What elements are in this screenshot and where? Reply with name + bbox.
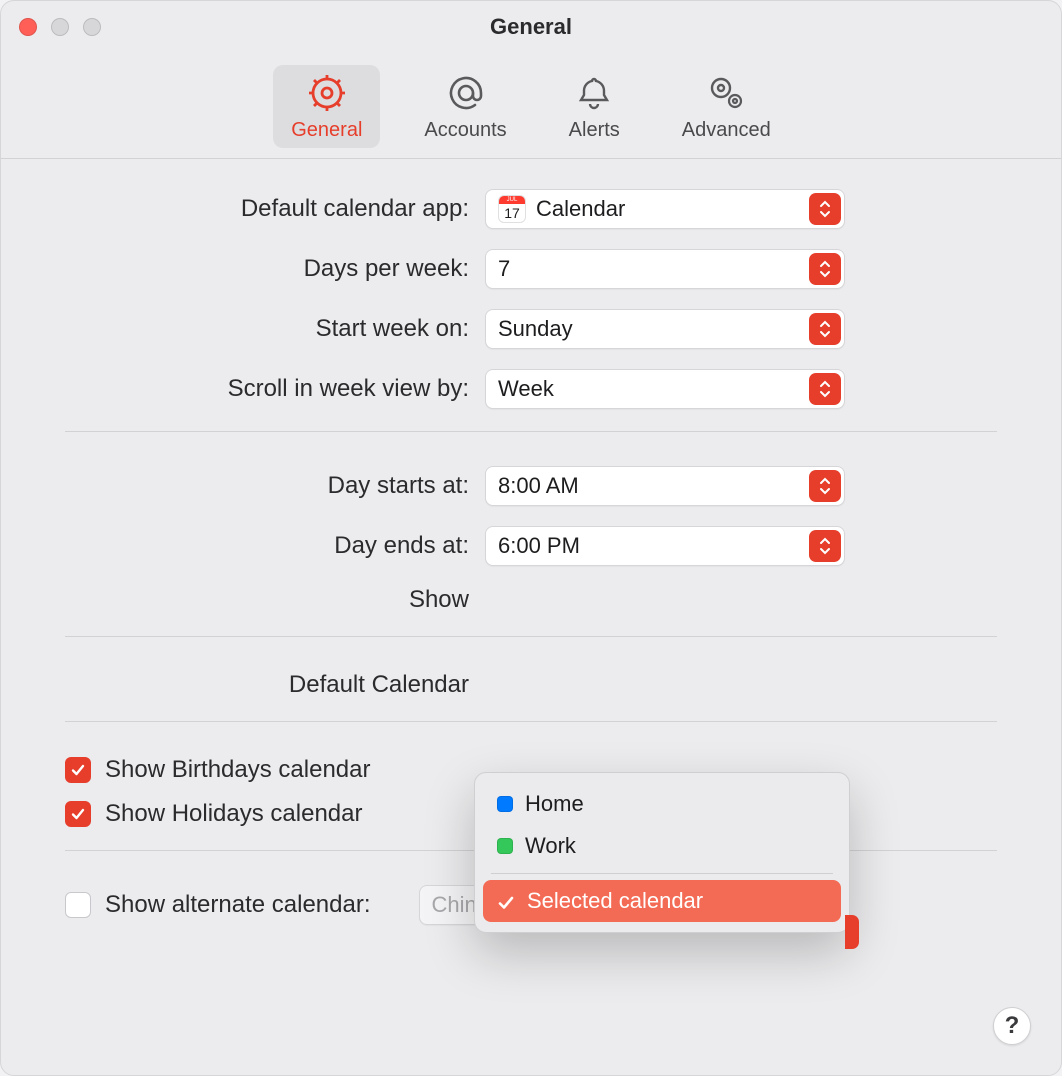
titlebar: General [1,1,1061,53]
tab-accounts-label: Accounts [424,119,506,142]
default-calendar-menu: Home Work Selected calendar [474,772,850,933]
days-per-week-popup[interactable]: 7 [485,249,845,289]
menu-item-home[interactable]: Home [483,783,841,825]
calendar-color-dot [497,838,513,854]
tab-advanced-label: Advanced [682,119,771,142]
day-starts-popup[interactable]: 8:00 AM [485,466,845,506]
checkbox-checked-icon [65,801,91,827]
show-alternate-label: Show alternate calendar: [105,891,371,919]
tab-alerts-label: Alerts [569,119,620,142]
show-alternate-row[interactable]: Show alternate calendar: [65,891,371,919]
gears-icon [706,73,746,113]
default-app-label: Default calendar app: [65,195,485,223]
day-ends-popup[interactable]: 6:00 PM [485,526,845,566]
cal-icon-month: JUL [499,196,525,204]
days-per-week-label: Days per week: [65,255,485,283]
content: Default calendar app: JUL 17 Calendar Da… [1,159,1061,985]
menu-item-selected-label: Selected calendar [527,888,703,914]
start-week-on-value: Sunday [498,316,573,342]
stepper-icon [809,193,841,225]
scroll-week-value: Week [498,376,554,402]
default-calendar-label: Default Calendar [65,671,485,699]
bell-icon [574,73,614,113]
day-ends-value: 6:00 PM [498,533,580,559]
check-icon [497,892,515,910]
window-title: General [1,14,1061,40]
help-label: ? [1005,1012,1020,1040]
tab-advanced[interactable]: Advanced [664,65,789,148]
checkbox-unchecked-icon [65,892,91,918]
popup-arrow-stub [845,915,859,949]
cal-icon-day: 17 [499,204,525,222]
default-app-popup[interactable]: JUL 17 Calendar [485,189,845,229]
day-starts-value: 8:00 AM [498,473,579,499]
calendar-app-icon: JUL 17 [498,195,526,223]
default-app-value: Calendar [536,196,625,222]
preferences-window: General General Accounts Alerts Advanced [0,0,1062,1076]
separator [65,431,997,432]
tab-general-label: General [291,119,362,142]
scroll-week-label: Scroll in week view by: [65,375,485,403]
menu-item-work[interactable]: Work [483,825,841,867]
stepper-icon [809,313,841,345]
stepper-icon [809,470,841,502]
menu-separator [491,873,833,874]
menu-item-selected-calendar[interactable]: Selected calendar [483,880,841,922]
gear-icon [307,73,347,113]
menu-item-home-label: Home [525,791,584,817]
separator [65,721,997,722]
day-ends-label: Day ends at: [65,532,485,560]
show-holidays-label: Show Holidays calendar [105,800,362,828]
toolbar: General Accounts Alerts Advanced [1,53,1061,159]
start-week-on-popup[interactable]: Sunday [485,309,845,349]
at-icon [446,73,486,113]
menu-item-work-label: Work [525,833,576,859]
scroll-week-popup[interactable]: Week [485,369,845,409]
day-starts-label: Day starts at: [65,472,485,500]
stepper-icon [809,373,841,405]
days-per-week-value: 7 [498,256,510,282]
tab-alerts[interactable]: Alerts [551,65,638,148]
show-birthdays-label: Show Birthdays calendar [105,756,370,784]
stepper-icon [809,530,841,562]
tab-accounts[interactable]: Accounts [406,65,524,148]
tab-general[interactable]: General [273,65,380,148]
show-label: Show [65,586,485,614]
checkbox-checked-icon [65,757,91,783]
help-button[interactable]: ? [993,1007,1031,1045]
stepper-icon [809,253,841,285]
separator [65,636,997,637]
calendar-color-dot [497,796,513,812]
start-week-on-label: Start week on: [65,315,485,343]
